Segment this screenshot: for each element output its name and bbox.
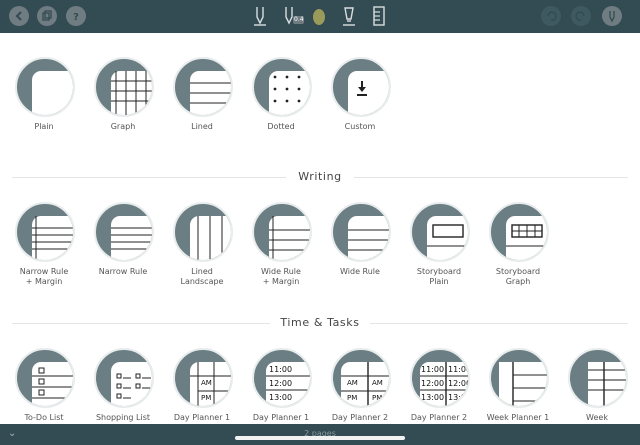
eraser-tool[interactable] bbox=[308, 5, 330, 27]
undo-icon bbox=[547, 11, 557, 21]
narrow-margin-lines bbox=[32, 216, 73, 260]
bottom-bar: 2 pages bbox=[0, 424, 640, 445]
help-button[interactable]: ? bbox=[66, 6, 86, 26]
template-label: Lined Landscape bbox=[180, 267, 224, 286]
planner-pm: PM bbox=[201, 394, 212, 402]
planner-time: 12:00 bbox=[448, 379, 470, 388]
highlighter-tool[interactable] bbox=[338, 5, 360, 27]
planner-am: AM bbox=[372, 379, 383, 387]
planner-pm: PM bbox=[347, 394, 358, 402]
pen-icon bbox=[254, 7, 266, 26]
narrow-lines bbox=[111, 227, 152, 250]
chevron-down-icon[interactable]: ⌄ bbox=[8, 428, 16, 439]
template-label: Storyboard Plain bbox=[416, 267, 462, 286]
planner-time: 12:00 bbox=[269, 379, 293, 388]
storyboard-graph-frame bbox=[506, 224, 547, 247]
template-label: Shopping List bbox=[95, 413, 151, 422]
pages-button[interactable] bbox=[37, 6, 57, 26]
back-icon bbox=[15, 11, 22, 21]
back-button[interactable] bbox=[9, 6, 29, 26]
storyboard-frame bbox=[427, 224, 468, 247]
template-storyboard-plain[interactable]: Storyboard Plain bbox=[407, 202, 471, 292]
pen-tool[interactable] bbox=[249, 5, 271, 27]
planner-pm: PM bbox=[372, 394, 383, 402]
lined-lines bbox=[190, 82, 231, 104]
wide-margin-lines bbox=[269, 216, 310, 260]
redo-button[interactable] bbox=[571, 6, 591, 26]
template-plain[interactable]: Plain bbox=[12, 57, 76, 147]
template-label: Plain bbox=[34, 122, 54, 131]
week-grid bbox=[588, 362, 626, 406]
pen-settings-icon bbox=[609, 11, 615, 23]
template-label: Day Planner 2 bbox=[410, 413, 468, 422]
planner-time: 11:00 bbox=[269, 365, 293, 374]
planner-time: 12:00 bbox=[421, 379, 445, 388]
pages-icon bbox=[42, 10, 52, 21]
divider bbox=[354, 177, 628, 178]
tool-badge: 0.4 bbox=[294, 16, 304, 23]
template-label: To-Do List bbox=[24, 413, 64, 422]
template-narrow-rule[interactable]: Narrow Rule bbox=[91, 202, 155, 292]
redo-icon bbox=[575, 11, 585, 21]
template-label: Narrow Rule + Margin bbox=[19, 267, 69, 286]
home-indicator bbox=[235, 436, 405, 440]
shopping-boxes bbox=[116, 373, 151, 399]
graph-grid bbox=[111, 71, 152, 115]
template-custom[interactable]: Custom bbox=[328, 57, 392, 147]
download-icon bbox=[357, 81, 367, 96]
ruler-tool[interactable] bbox=[368, 5, 390, 27]
todo-boxes bbox=[32, 367, 73, 399]
template-label: Dotted bbox=[267, 122, 295, 131]
template-label: Day Planner 2 bbox=[331, 413, 389, 422]
svg-text:?: ? bbox=[73, 12, 79, 22]
planner-time: 11:00 bbox=[421, 365, 445, 374]
template-label: Graph bbox=[110, 122, 136, 131]
help-icon: ? bbox=[73, 12, 79, 22]
template-label: Week Planner 1 bbox=[486, 413, 550, 422]
template-label: Wide Rule bbox=[340, 267, 380, 276]
wide-lines bbox=[348, 229, 389, 251]
template-label: Lined bbox=[191, 122, 213, 131]
template-storyboard-graph[interactable]: Storyboard Graph bbox=[486, 202, 550, 292]
planner-time: 11:00 bbox=[448, 365, 470, 374]
planner-am: AM bbox=[201, 379, 212, 387]
planner-time: 13:00 bbox=[269, 393, 293, 402]
planner-time: 13:00 bbox=[421, 393, 445, 402]
top-toolbar: ? 0.4 bbox=[0, 0, 640, 33]
template-dotted[interactable]: Dotted bbox=[249, 57, 313, 147]
dotted-dots bbox=[273, 75, 301, 103]
template-label: Week bbox=[586, 413, 608, 422]
template-lined[interactable]: Lined bbox=[170, 57, 234, 147]
template-wide-rule-margin[interactable]: Wide Rule + Margin bbox=[249, 202, 313, 292]
pen-badge-tool[interactable]: 0.4 bbox=[280, 5, 306, 27]
template-label: Storyboard Graph bbox=[495, 267, 541, 286]
template-label: Custom bbox=[344, 122, 376, 131]
planner-time: 13:00 bbox=[448, 393, 470, 402]
pen-settings-button[interactable] bbox=[602, 6, 622, 26]
template-label: Day Planner 1 bbox=[173, 413, 231, 422]
eraser-icon bbox=[313, 9, 325, 25]
template-label: Narrow Rule bbox=[98, 267, 148, 276]
template-label: Day Planner 1 bbox=[252, 413, 310, 422]
template-wide-rule[interactable]: Wide Rule bbox=[328, 202, 392, 292]
undo-button[interactable] bbox=[541, 6, 561, 26]
template-label: Wide Rule + Margin bbox=[261, 267, 301, 286]
planner-am: AM bbox=[347, 379, 358, 387]
template-graph[interactable]: Graph bbox=[91, 57, 155, 147]
divider bbox=[370, 323, 628, 324]
week-planner-grid bbox=[512, 362, 547, 406]
template-lined-landscape[interactable]: Lined Landscape bbox=[170, 202, 234, 292]
template-narrow-rule-margin[interactable]: Narrow Rule + Margin bbox=[12, 202, 76, 292]
landscape-lines bbox=[197, 216, 223, 260]
plain-paper bbox=[32, 71, 73, 115]
highlighter-icon bbox=[343, 7, 355, 26]
ruler-icon bbox=[373, 6, 385, 26]
